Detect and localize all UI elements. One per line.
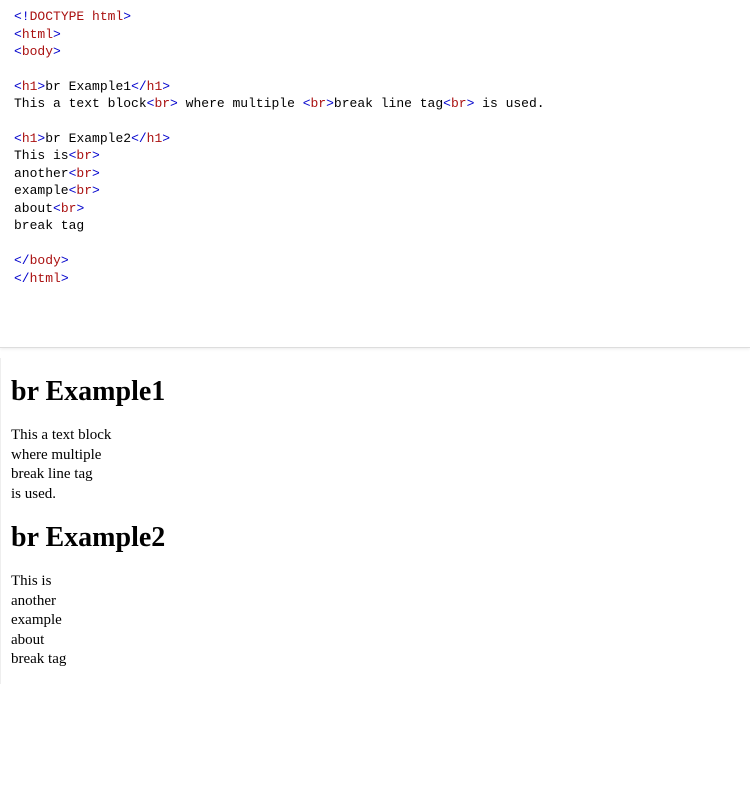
code-text: This is [14,148,69,163]
blank-line [14,113,736,130]
code-text: where multiple [178,96,303,111]
bracket: > [92,148,100,163]
bracket: </ [14,253,30,268]
tag: br [451,96,467,111]
code-text: example [14,183,69,198]
bracket: > [61,271,69,286]
preview-heading-2: br Example2 [11,522,740,554]
code-line: <h1>br Example1</h1> [14,78,736,96]
code-text: break tag [14,218,84,233]
bracket: > [53,27,61,42]
code-text: about [14,201,53,216]
code-line: break tag [14,217,736,235]
preview-line: example [11,612,62,628]
bracket: < [14,27,22,42]
code-line: another<br> [14,165,736,183]
bracket: </ [14,271,30,286]
code-line: This is<br> [14,147,736,165]
tag: h1 [147,79,163,94]
bracket: > [162,131,170,146]
preview-line: another [11,593,56,609]
preview-line: where multiple [11,447,101,463]
bracket: > [162,79,170,94]
tag: br [61,201,77,216]
tag: br [76,166,92,181]
code-line: <html> [14,26,736,44]
bracket: < [14,79,22,94]
bracket: > [53,44,61,59]
tag: html [22,27,53,42]
tag: h1 [147,131,163,146]
code-text: break line tag [334,96,443,111]
preview-text-block: This is another example about break tag [11,572,740,670]
tag: br [311,96,327,111]
code-text: br Example2 [45,131,131,146]
tag: body [22,44,53,59]
bracket: </ [131,131,147,146]
bracket: > [76,201,84,216]
blank-line [14,235,736,252]
bracket: > [92,166,100,181]
preview-line: This is [11,573,51,589]
code-panel: <!DOCTYPE html> <html> <body> <h1>br Exa… [0,0,750,348]
bracket: < [443,96,451,111]
bracket: > [170,96,178,111]
tag: br [76,148,92,163]
preview-line: about [11,632,44,648]
bracket: < [14,44,22,59]
tag: html [92,9,123,24]
code-line: </html> [14,270,736,288]
preview-text-block: This a text block where multiple break l… [11,426,740,504]
preview-panel: br Example1 This a text block where mult… [0,358,750,684]
code-text: is used. [474,96,544,111]
bracket: < [53,201,61,216]
tag: html [30,271,61,286]
bracket: </ [131,79,147,94]
preview-line: This a text block [11,427,111,443]
code-line: This a text block<br> where multiple <br… [14,95,736,113]
tag: body [30,253,61,268]
bracket: <! [14,9,30,24]
bracket: > [123,9,131,24]
code-line: about<br> [14,200,736,218]
tag: h1 [22,131,38,146]
code-text: another [14,166,69,181]
bracket: > [326,96,334,111]
code-line: <h1>br Example2</h1> [14,130,736,148]
code-line: <!DOCTYPE html> [14,8,736,26]
code-line: <body> [14,43,736,61]
code-text [84,9,92,24]
code-text: This a text block [14,96,147,111]
bracket: > [61,253,69,268]
preview-line: is used. [11,486,56,502]
tag: h1 [22,79,38,94]
preview-line: break line tag [11,466,93,482]
bracket: > [92,183,100,198]
code-line: </body> [14,252,736,270]
bracket: < [303,96,311,111]
tag: br [76,183,92,198]
code-line: example<br> [14,182,736,200]
preview-line: break tag [11,651,66,667]
tag: br [154,96,170,111]
blank-line [14,61,736,78]
bracket: < [14,131,22,146]
code-text: br Example1 [45,79,131,94]
preview-heading-1: br Example1 [11,376,740,408]
tag: DOCTYPE [30,9,85,24]
